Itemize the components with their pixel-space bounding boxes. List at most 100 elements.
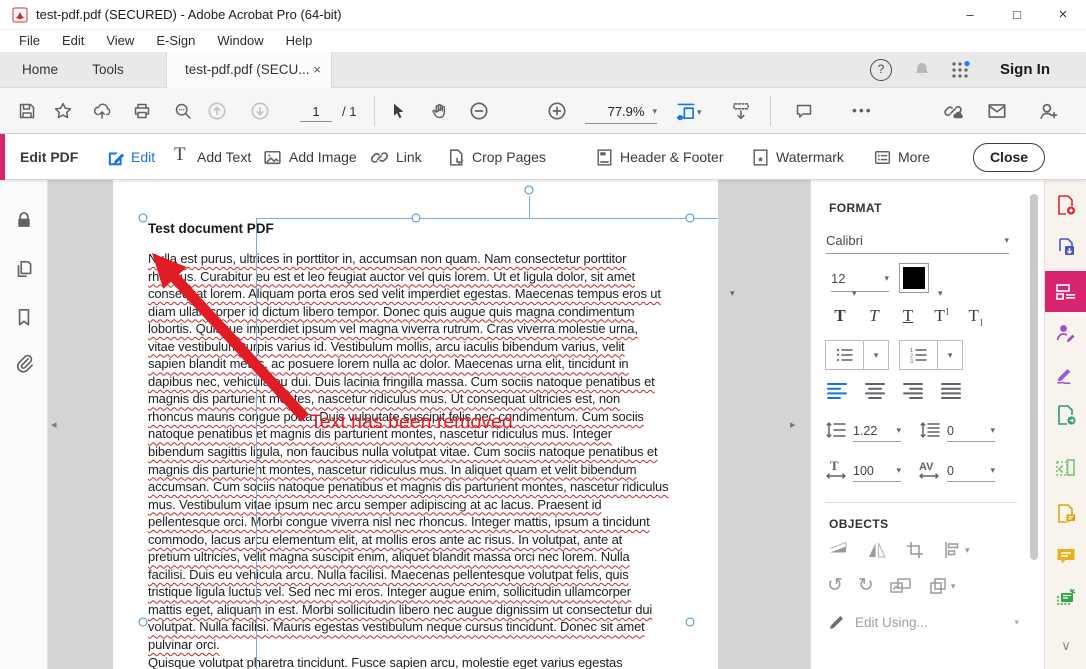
fit-width-caret-icon[interactable]: ▾: [697, 107, 702, 118]
align-left-button[interactable]: [827, 382, 849, 400]
comments-tool-icon[interactable]: [1054, 544, 1078, 568]
link-icon[interactable]: [369, 147, 390, 168]
next-page-icon[interactable]: [244, 95, 276, 127]
bold-button[interactable]: T: [823, 306, 857, 327]
selection-handle-top-center[interactable]: [412, 214, 421, 223]
tab-tools[interactable]: Tools: [80, 52, 136, 88]
zoom-in-icon[interactable]: [541, 95, 573, 127]
align-center-button[interactable]: [865, 382, 887, 400]
bookmarks-icon[interactable]: [13, 306, 35, 328]
maximize-button[interactable]: □: [994, 0, 1040, 30]
app-grid-icon[interactable]: [950, 60, 972, 80]
menu-esign[interactable]: E-Sign: [145, 30, 206, 52]
header-footer-button[interactable]: Header & Footer: [620, 134, 724, 180]
page-number-input[interactable]: 1: [300, 102, 332, 122]
help-icon[interactable]: ?: [870, 59, 892, 81]
flip-vertical-icon[interactable]: [827, 540, 849, 560]
chevron-down-icon[interactable]: ▾: [938, 350, 962, 361]
character-spacing-select[interactable]: 0 ▾: [947, 460, 995, 482]
convert-pdf-icon[interactable]: [1054, 403, 1078, 427]
share-link-icon[interactable]: [937, 95, 969, 127]
save-icon[interactable]: [11, 95, 43, 127]
crop-object-icon[interactable]: [905, 540, 925, 560]
email-icon[interactable]: [981, 95, 1013, 127]
line-spacing-select[interactable]: 1.22 ▾: [853, 420, 901, 442]
request-signatures-icon[interactable]: [1054, 321, 1078, 345]
zoom-out-icon[interactable]: [463, 95, 495, 127]
edit-using-control[interactable]: Edit Using... ▾: [827, 612, 1019, 632]
font-color-swatch[interactable]: [899, 263, 929, 293]
more-tools-chevron-icon[interactable]: ∨: [1045, 638, 1086, 654]
selection-handle-top-left[interactable]: [139, 214, 148, 223]
rotate-handle[interactable]: [525, 186, 534, 195]
search-icon[interactable]: [167, 95, 199, 127]
create-pdf-icon[interactable]: [1054, 193, 1078, 217]
add-text-button[interactable]: Add Text: [197, 134, 251, 180]
sign-in-button[interactable]: Sign In: [1000, 52, 1050, 88]
italic-button[interactable]: T: [857, 306, 891, 327]
numbered-list-button[interactable]: 123 ▾: [899, 340, 963, 370]
export-pdf-icon[interactable]: [1054, 236, 1078, 260]
scan-ocr-icon[interactable]: [1054, 586, 1078, 610]
add-image-icon[interactable]: [262, 147, 283, 168]
crop-pages-button[interactable]: Crop Pages: [472, 134, 546, 180]
font-family-select[interactable]: Calibri ▾: [826, 228, 1009, 254]
more-tools-icon[interactable]: •••: [852, 102, 873, 118]
selection-handle-middle-right[interactable]: [686, 618, 695, 627]
hand-tool-icon[interactable]: [423, 95, 455, 127]
arrange-objects-icon[interactable]: ▾: [928, 576, 956, 596]
previous-page-icon[interactable]: [201, 95, 233, 127]
notifications-bell-icon[interactable]: [912, 60, 932, 80]
minimize-button[interactable]: –: [947, 0, 993, 30]
font-size-select[interactable]: 12 ▾: [831, 266, 889, 292]
expand-right-icon[interactable]: ▸: [790, 418, 796, 432]
rotate-left-icon[interactable]: ↺: [827, 576, 843, 596]
menu-file[interactable]: File: [8, 30, 51, 52]
close-window-button[interactable]: ×: [1040, 0, 1086, 30]
page-thumbnails-icon[interactable]: [13, 258, 35, 280]
document-page[interactable]: Test document PDF Nulla est purus, ultri…: [113, 180, 718, 669]
horizontal-scale-select[interactable]: 100 ▾: [853, 460, 901, 482]
rotate-right-icon[interactable]: ↻: [858, 576, 874, 596]
attachments-paperclip-icon[interactable]: [13, 352, 35, 374]
organize-pages-icon[interactable]: [1054, 456, 1078, 480]
collapse-left-panel-icon[interactable]: ◂: [51, 418, 57, 432]
bulleted-list-button[interactable]: ▾: [825, 340, 889, 370]
subscript-button[interactable]: T1: [959, 306, 993, 327]
tab-document[interactable]: test-pdf.pdf (SECU... ×: [166, 52, 332, 88]
align-objects-icon[interactable]: ▾: [942, 540, 970, 560]
share-upload-icon[interactable]: [86, 95, 118, 127]
edit-pdf-tool-active[interactable]: [1045, 271, 1086, 312]
replace-image-icon[interactable]: [889, 576, 913, 596]
selection-handle-middle-left[interactable]: [139, 618, 148, 627]
edit-tool-button[interactable]: Edit: [131, 134, 155, 180]
flip-horizontal-icon[interactable]: [866, 540, 888, 560]
close-edit-button[interactable]: Close: [973, 143, 1045, 172]
menu-edit[interactable]: Edit: [51, 30, 95, 52]
menu-window[interactable]: Window: [206, 30, 274, 52]
menu-view[interactable]: View: [95, 30, 145, 52]
align-right-button[interactable]: [903, 382, 925, 400]
panel-scrollbar[interactable]: [1030, 194, 1038, 560]
star-icon[interactable]: [47, 95, 79, 127]
underline-button[interactable]: T: [891, 306, 925, 327]
security-lock-icon[interactable]: [13, 209, 35, 231]
add-image-button[interactable]: Add Image: [289, 134, 357, 180]
more-button[interactable]: More: [898, 134, 930, 180]
selection-handle-top-right[interactable]: [686, 214, 695, 223]
watermark-button[interactable]: Watermark: [776, 134, 844, 180]
link-button[interactable]: Link: [396, 134, 422, 180]
align-justify-button[interactable]: [941, 382, 963, 400]
more-icon[interactable]: [872, 147, 893, 168]
paragraph-spacing-select[interactable]: 0 ▾: [947, 420, 995, 442]
chevron-down-icon[interactable]: ▾: [864, 350, 888, 361]
menu-help[interactable]: Help: [275, 30, 324, 52]
edit-tool-icon[interactable]: [105, 147, 127, 169]
header-footer-icon[interactable]: [594, 147, 615, 168]
crop-pages-icon[interactable]: [446, 147, 467, 168]
fill-sign-icon[interactable]: [1054, 362, 1078, 386]
print-icon[interactable]: [126, 95, 158, 127]
tab-home[interactable]: Home: [12, 52, 68, 88]
account-avatar-icon[interactable]: [1032, 95, 1064, 127]
watermark-icon[interactable]: [750, 147, 771, 168]
